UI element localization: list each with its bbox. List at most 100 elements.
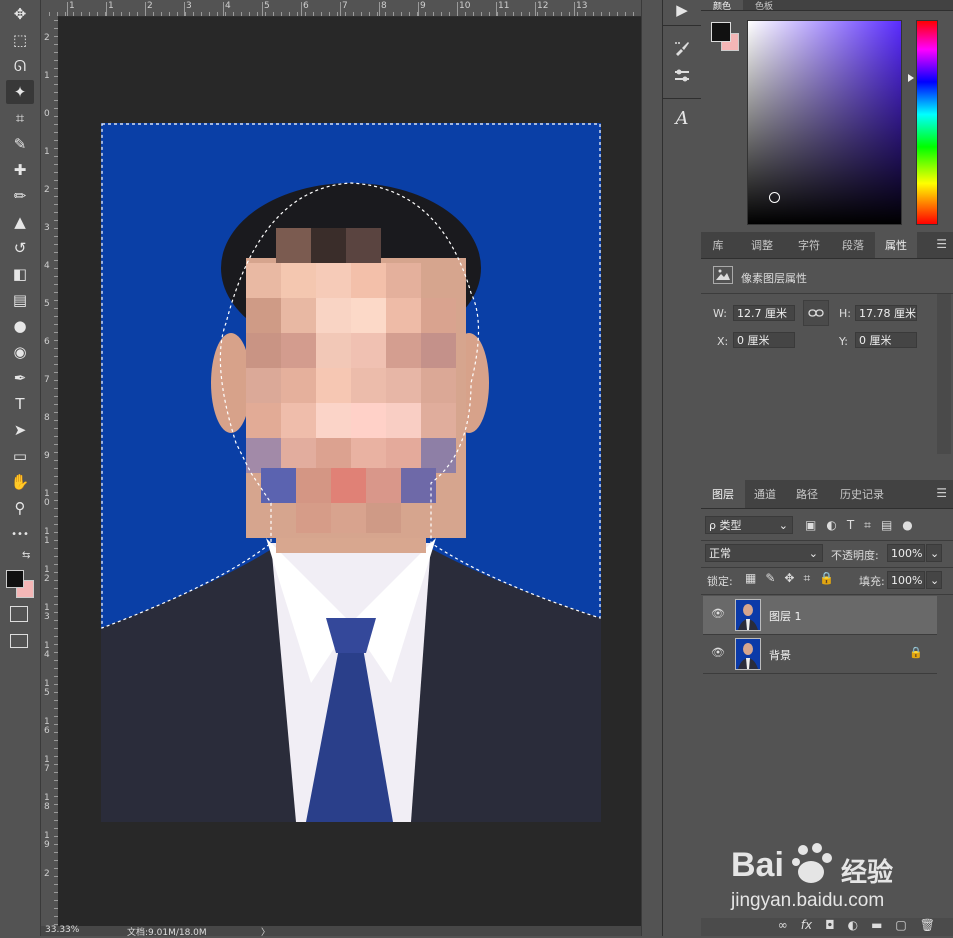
hue-slider-handle[interactable] <box>908 74 914 82</box>
lock-position-icon[interactable]: ✥ <box>784 571 794 586</box>
portrait-photo <box>101 123 601 822</box>
ruler-label: 2 <box>44 185 50 195</box>
dodge-tool[interactable]: ◉ <box>6 340 34 364</box>
eyedropper-tool[interactable]: ✎ <box>6 132 34 156</box>
ruler-label: 7 <box>44 375 50 385</box>
layer-name[interactable]: 背景 <box>769 647 791 663</box>
height-field[interactable]: 17.78 厘米 <box>855 305 917 321</box>
width-field[interactable]: 12.7 厘米 <box>733 305 795 321</box>
quick-mask-icon[interactable] <box>10 606 28 622</box>
filter-adjustment-icon[interactable]: ◐ <box>826 518 836 532</box>
tab-properties[interactable]: 属性 <box>875 232 917 258</box>
tab-character[interactable]: 字符 <box>787 232 831 258</box>
new-adjustment-icon[interactable]: ◐ <box>848 918 858 936</box>
filter-type-icon[interactable]: T <box>847 518 854 532</box>
link-layers-icon[interactable]: ∞ <box>778 918 788 936</box>
layer-name[interactable]: 图层 1 <box>769 608 802 624</box>
play-icon[interactable]: ▶ <box>669 0 695 22</box>
filter-toggle-icon[interactable]: ● <box>902 518 912 532</box>
healing-brush-tool[interactable]: ✚ <box>6 158 34 182</box>
layer-row-layer1[interactable]: 👁 图层 1 <box>703 596 937 634</box>
tab-paragraph[interactable]: 段落 <box>831 232 875 258</box>
tab-color[interactable]: 颜色 <box>701 0 743 12</box>
brush-preset-icon[interactable] <box>669 36 695 60</box>
type-tool[interactable]: T <box>6 392 34 416</box>
crop-tool[interactable]: ⌗ <box>6 106 34 130</box>
properties-scrollbar[interactable] <box>937 294 951 454</box>
more-tools[interactable]: ••• <box>6 522 34 546</box>
visibility-eye-icon[interactable]: 👁 <box>711 607 725 620</box>
hand-tool[interactable]: ✋ <box>6 470 34 494</box>
properties-panel-tabs: 库 调整 字符 段落 属性 ☰ <box>701 232 953 259</box>
status-menu-arrow[interactable]: 〉 <box>261 925 270 938</box>
lock-transparency-icon[interactable]: ▦ <box>745 571 756 586</box>
vertical-scrollbar[interactable] <box>641 0 662 936</box>
hue-slider[interactable] <box>916 20 938 225</box>
opacity-dropdown[interactable]: ⌄ <box>926 544 942 562</box>
eraser-tool[interactable]: ◧ <box>6 262 34 286</box>
tab-paths[interactable]: 路径 <box>787 480 827 508</box>
ruler-label: 2 <box>147 1 153 11</box>
glyphs-icon[interactable]: A <box>669 106 695 130</box>
chevron-down-icon: ⌄ <box>778 519 788 532</box>
tab-layers[interactable]: 图层 <box>701 480 745 508</box>
filter-smart-object-icon[interactable]: ▤ <box>881 518 892 532</box>
rectangle-tool[interactable]: ▭ <box>6 444 34 468</box>
path-selection-tool[interactable]: ➤ <box>6 418 34 442</box>
delete-layer-icon[interactable]: 🗑 <box>920 918 935 936</box>
new-layer-icon[interactable]: ▢ <box>895 918 906 936</box>
more-tools-icon: ••• <box>11 528 29 540</box>
blend-mode-select[interactable]: 正常 ⌄ <box>705 544 823 562</box>
opacity-field[interactable]: 100% <box>887 544 925 562</box>
tab-history[interactable]: 历史记录 <box>829 480 895 508</box>
history-brush-tool[interactable]: ↺ <box>6 236 34 260</box>
opacity-label: 不透明度: <box>831 549 879 562</box>
layer-filter-select[interactable]: ρ 类型 ⌄ <box>705 516 793 534</box>
blur-tool[interactable]: ● <box>6 314 34 338</box>
move-tool[interactable]: ✥ <box>6 2 34 26</box>
new-group-icon[interactable]: ▬ <box>871 918 882 936</box>
gradient-tool[interactable]: ▤ <box>6 288 34 312</box>
tab-libraries[interactable]: 库 <box>701 232 735 258</box>
crop-tool-icon: ⌗ <box>15 109 25 127</box>
ruler-label: 1 0 <box>44 489 50 508</box>
color-picker-field[interactable] <box>747 20 902 225</box>
zoom-level[interactable]: 33.33% <box>45 925 79 935</box>
y-field[interactable]: 0 厘米 <box>855 332 917 348</box>
layer-style-icon[interactable]: fx <box>801 918 812 936</box>
lock-artboard-icon[interactable]: ⌗ <box>803 571 810 586</box>
document-image[interactable] <box>101 123 601 822</box>
brush-settings-icon[interactable] <box>669 64 695 88</box>
link-dimensions-icon[interactable] <box>803 300 829 326</box>
swap-colors-icon[interactable]: ⇆ <box>22 550 30 561</box>
tab-adjustments[interactable]: 调整 <box>737 232 787 258</box>
blur-tool-icon: ● <box>13 317 27 335</box>
lock-brush-icon[interactable]: ✎ <box>765 571 775 586</box>
fill-dropdown[interactable]: ⌄ <box>926 571 942 589</box>
rectangle-tool-icon: ▭ <box>12 447 28 465</box>
clone-stamp-tool[interactable]: ▲ <box>6 210 34 234</box>
marquee-tool[interactable]: ⬚ <box>6 28 34 52</box>
tab-swatches[interactable]: 色板 <box>743 0 785 12</box>
visibility-eye-icon[interactable]: 👁 <box>711 646 725 659</box>
ruler-label: 6 <box>44 337 50 347</box>
fill-field[interactable]: 100% <box>887 571 925 589</box>
zoom-tool[interactable]: ⚲ <box>6 496 34 520</box>
layer-row-background[interactable]: 👁 背景 🔒 <box>703 635 937 673</box>
pen-tool[interactable]: ✒ <box>6 366 34 390</box>
tab-channels[interactable]: 通道 <box>745 480 785 508</box>
magic-wand-tool[interactable]: ✦ <box>6 80 34 104</box>
toolbar-foreground-color[interactable] <box>6 570 24 588</box>
brush-tool[interactable]: ✏ <box>6 184 34 208</box>
add-mask-icon[interactable]: ◘ <box>825 918 835 936</box>
lock-all-icon[interactable]: 🔒 <box>819 571 834 586</box>
filter-pixel-icon[interactable]: ▣ <box>805 518 816 532</box>
layers-menu-icon[interactable]: ☰ <box>936 486 947 500</box>
x-field[interactable]: 0 厘米 <box>733 332 795 348</box>
eyedropper-tool-icon: ✎ <box>13 135 27 153</box>
ruler-label: 1 <box>44 71 50 81</box>
lasso-tool[interactable]: ᘏ <box>6 54 34 78</box>
panel-menu-icon[interactable]: ☰ <box>936 237 947 251</box>
filter-shape-icon[interactable]: ⌗ <box>864 518 871 533</box>
screen-mode-icon[interactable] <box>10 634 28 648</box>
